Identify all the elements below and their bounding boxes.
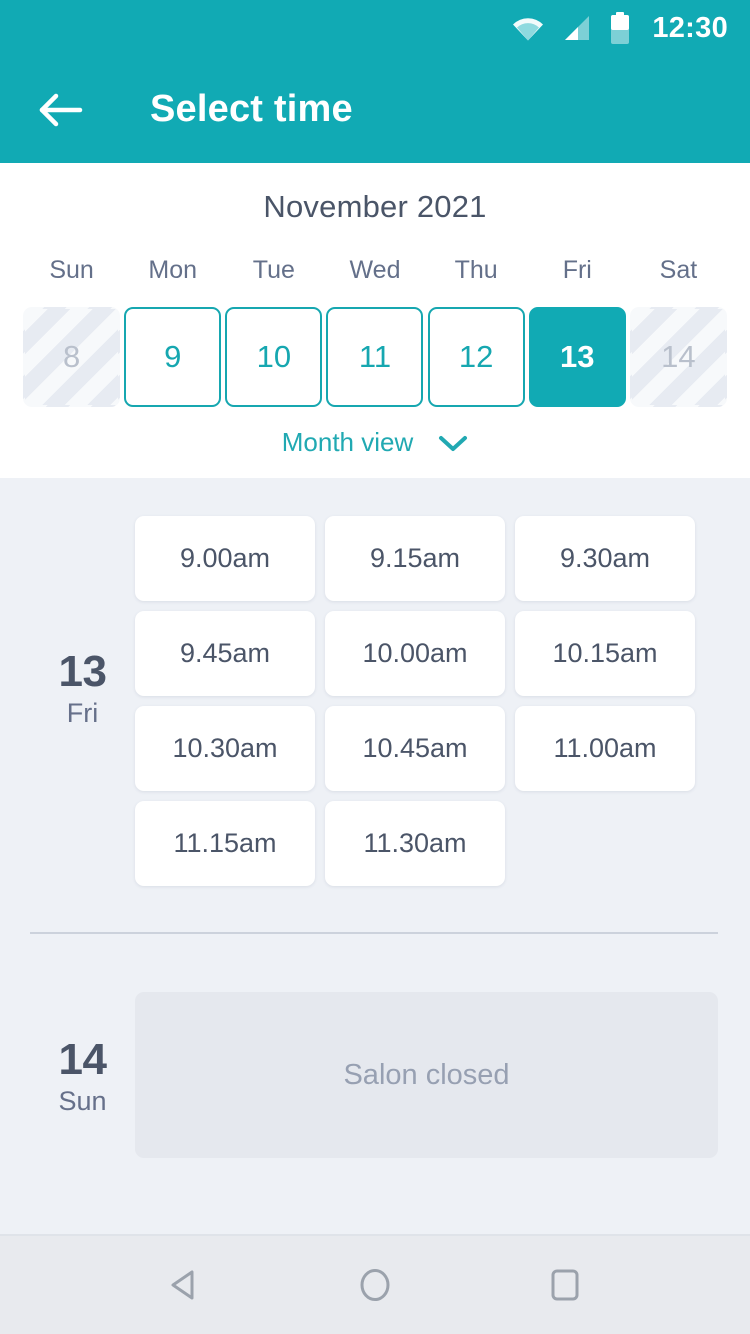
calendar-day-13-selected[interactable]: 13 [528,307,626,407]
schedule-day-13: 13 Fri 9.00am 9.15am 9.30am 9.45am 10.00… [0,478,750,896]
month-view-label: Month view [281,427,414,457]
calendar-day-slot: 8 [21,307,122,407]
dow-header: Sat [659,256,698,284]
day-number: 14 [58,1034,107,1084]
calendar-day-9[interactable]: 9 [124,307,222,407]
calendar-day-11[interactable]: 11 [326,307,424,407]
android-nav-bar [0,1234,750,1334]
day-name: Sun [58,1086,107,1117]
schedule-list: 13 Fri 9.00am 9.15am 9.30am 9.45am 10.00… [0,478,750,1234]
time-slot[interactable]: 10.30am [135,706,315,791]
dow-header: Sun [49,256,94,284]
dow-header: Mon [148,256,198,284]
page-title: Select time [150,88,353,130]
nav-recents-button[interactable] [528,1248,602,1322]
time-slot[interactable]: 9.15am [325,516,505,601]
dow-header: Thu [454,256,498,284]
calendar-month-title: November 2021 [263,189,487,224]
status-bar-icons [511,12,631,44]
calendar-day-slot: 10 [223,307,324,407]
calendar-day-slot: 11 [324,307,425,407]
schedule-day-14: 14 Sun Salon closed [0,992,750,1158]
time-slot[interactable]: 11.15am [135,801,315,886]
day-number: 13 [58,646,107,696]
calendar-day-slot: 12 [426,307,527,407]
time-slot[interactable]: 10.45am [325,706,505,791]
calendar-day-slot: 13 [527,307,628,407]
nav-back-button[interactable] [148,1248,222,1322]
back-button[interactable] [33,82,89,138]
day-label-13: 13 Fri [30,478,135,896]
calendar-day-row: 8 9 10 11 12 13 14 [0,307,750,407]
dow-header: Wed [349,256,401,284]
time-slot[interactable]: 10.00am [325,611,505,696]
calendar-day-slot: 9 [122,307,223,407]
chevron-down-icon [438,434,468,452]
circle-home-icon [355,1265,395,1305]
time-slot[interactable]: 9.45am [135,611,315,696]
app-bar: Select time [0,56,750,163]
day-label-14: 14 Sun [30,992,135,1158]
time-slot[interactable]: 9.30am [515,516,695,601]
arrow-left-icon [39,93,83,127]
time-slot[interactable]: 9.00am [135,516,315,601]
time-slot[interactable]: 11.00am [515,706,695,791]
time-slot-grid: 9.00am 9.15am 9.30am 9.45am 10.00am 10.1… [135,478,718,896]
calendar-day-slot: 14 [628,307,729,407]
calendar-day-14: 14 [630,307,727,407]
section-divider [30,932,718,934]
calendar-dow-header-row: Sun Mon Tue Wed Thu Fri Sat [0,256,750,285]
calendar-day-10[interactable]: 10 [225,307,323,407]
time-slot[interactable]: 10.15am [515,611,695,696]
square-recents-icon [545,1265,585,1305]
wifi-icon [511,15,545,41]
day-name: Fri [66,698,99,729]
month-view-toggle[interactable]: Month view [0,427,750,458]
status-bar-clock: 12:30 [652,11,728,44]
dow-header: Fri [562,256,592,284]
salon-closed-banner: Salon closed [135,992,718,1158]
dow-header: Tue [252,256,295,284]
calendar-day-8: 8 [23,307,120,407]
screen-select-time: 12:30 Select time November 2021 Sun Mon … [0,0,750,1334]
status-bar: 12:30 [0,0,750,56]
battery-icon [609,12,631,44]
calendar-day-12[interactable]: 12 [427,307,525,407]
time-slot[interactable]: 11.30am [325,801,505,886]
signal-icon [562,14,592,42]
nav-home-button[interactable] [338,1248,412,1322]
triangle-back-icon [165,1265,205,1305]
calendar-week-strip: November 2021 Sun Mon Tue Wed Thu Fri Sa… [0,163,750,478]
